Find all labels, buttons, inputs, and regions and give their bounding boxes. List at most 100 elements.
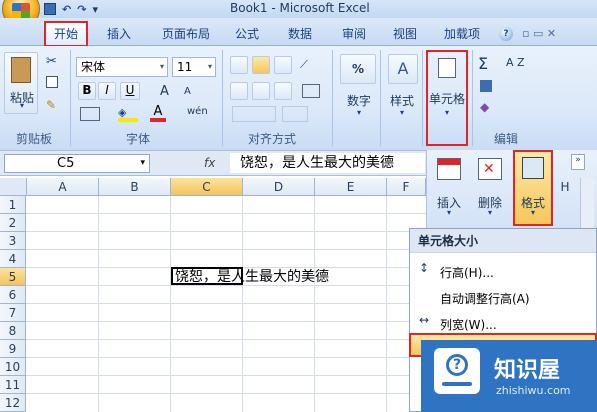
- sort-filter-icon[interactable]: A Z: [506, 56, 525, 69]
- row-header[interactable]: 7: [0, 304, 26, 322]
- gridline: [26, 231, 426, 232]
- number-label[interactable]: 数字: [342, 92, 376, 109]
- ribbon-divider: [380, 50, 381, 146]
- tab-formulas[interactable]: 公式: [232, 24, 262, 44]
- merge-center-icon[interactable]: [302, 84, 320, 98]
- row-header[interactable]: 8: [0, 322, 26, 340]
- italic-button[interactable]: I: [98, 82, 116, 100]
- gridline: [26, 321, 426, 322]
- align-right-icon[interactable]: [274, 82, 292, 100]
- chevron-down-icon: ▾: [487, 208, 492, 217]
- bold-button[interactable]: B: [78, 82, 96, 100]
- quick-access-toolbar: ↶ ↷ ▾: [44, 1, 98, 17]
- column-header[interactable]: B: [99, 178, 171, 196]
- column-header[interactable]: E: [315, 178, 387, 196]
- office-logo-icon: [12, 3, 30, 19]
- clear-icon[interactable]: ◆: [480, 100, 489, 114]
- chevron-down-icon: ▾: [446, 208, 451, 217]
- column-header[interactable]: D: [243, 178, 315, 196]
- expand-formula-bar-icon[interactable]: »: [571, 154, 585, 170]
- tab-home[interactable]: 开始: [44, 21, 88, 47]
- help-icon[interactable]: ?: [499, 27, 513, 41]
- cells-icon[interactable]: [438, 58, 456, 78]
- fill-color-icon[interactable]: ◈: [118, 106, 138, 122]
- fill-icon[interactable]: [480, 80, 492, 92]
- menu-item-column-width[interactable]: 列宽(W)...: [440, 316, 497, 333]
- row-header[interactable]: 4: [0, 250, 26, 268]
- cut-icon[interactable]: ✂: [46, 54, 57, 69]
- paste-button[interactable]: 粘贴 ▾: [4, 52, 38, 114]
- column-width-icon: ↔: [418, 313, 430, 327]
- tab-insert[interactable]: 插入: [104, 24, 134, 44]
- tab-data[interactable]: 数据: [285, 24, 315, 44]
- customize-toolbar-icon[interactable]: ▾: [92, 3, 98, 16]
- horizontal-align-buttons: [230, 82, 296, 100]
- name-box[interactable]: C5 ▾: [4, 154, 150, 173]
- window-controls[interactable]: ▫ ▭ ✕: [522, 27, 582, 41]
- column-header-h[interactable]: H: [559, 180, 571, 194]
- row-header[interactable]: 3: [0, 232, 26, 250]
- row-height-icon: ↕: [418, 261, 430, 275]
- column-header[interactable]: F: [387, 178, 426, 196]
- row-header[interactable]: 9: [0, 340, 26, 358]
- tab-review[interactable]: 审阅: [339, 24, 369, 44]
- font-size-select[interactable]: 11 ▾: [172, 57, 216, 77]
- menu-item-autofit-row-height[interactable]: 自动调整行高(A): [440, 290, 530, 307]
- undo-icon[interactable]: ↶: [62, 3, 71, 16]
- row-header[interactable]: 2: [0, 214, 26, 232]
- cells-label[interactable]: 单元格: [426, 90, 468, 107]
- align-left-icon[interactable]: [230, 82, 248, 100]
- copy-icon[interactable]: [46, 76, 58, 88]
- align-top-icon[interactable]: [230, 56, 248, 74]
- gridline: [314, 196, 315, 412]
- indent-buttons[interactable]: [232, 106, 276, 122]
- row-header[interactable]: 12: [0, 394, 26, 412]
- tab-page-layout[interactable]: 页面布局: [156, 24, 216, 44]
- grow-font-icon[interactable]: A: [160, 84, 169, 99]
- align-bottom-icon[interactable]: [274, 56, 292, 74]
- chevron-down-icon: ▾: [399, 108, 404, 117]
- menu-item-row-height[interactable]: 行高(H)...: [440, 264, 494, 281]
- row-header[interactable]: 11: [0, 376, 26, 394]
- column-header[interactable]: A: [27, 178, 99, 196]
- delete-cells-icon[interactable]: ✕: [478, 158, 502, 180]
- format-painter-icon[interactable]: ✎: [46, 98, 56, 112]
- select-all-corner[interactable]: [0, 178, 27, 196]
- align-center-icon[interactable]: [252, 82, 270, 100]
- row-header-selected[interactable]: 5: [0, 268, 26, 286]
- gridline: [98, 196, 99, 412]
- underline-button[interactable]: U: [120, 82, 140, 100]
- insert-function-button[interactable]: fx: [204, 153, 226, 173]
- percent-icon[interactable]: %: [340, 54, 376, 84]
- font-name-select[interactable]: 宋体 ▾: [76, 57, 168, 77]
- font-group-label: 字体: [125, 132, 150, 146]
- name-box-value: C5: [57, 156, 75, 171]
- gridline: [26, 303, 426, 304]
- font-color-button[interactable]: A: [150, 104, 166, 122]
- row-header[interactable]: 10: [0, 358, 26, 376]
- row-header[interactable]: 6: [0, 286, 26, 304]
- styles-icon[interactable]: A: [388, 54, 418, 84]
- autosum-icon[interactable]: Σ: [478, 54, 488, 73]
- tab-addins[interactable]: 加载项: [440, 24, 484, 44]
- orientation-icon[interactable]: ⟋: [300, 58, 308, 72]
- gridline: [26, 393, 426, 394]
- shrink-font-icon[interactable]: A: [184, 86, 191, 97]
- wrap-text-icon[interactable]: [282, 106, 308, 122]
- phonetic-icon[interactable]: wén: [187, 106, 208, 117]
- save-icon[interactable]: [44, 3, 56, 15]
- ribbon-divider: [332, 50, 333, 146]
- tab-view[interactable]: 视图: [390, 24, 420, 44]
- window-title: Book1 - Microsoft Excel: [230, 1, 370, 15]
- chevron-down-icon: ▾: [356, 108, 361, 117]
- formula-input[interactable]: 饶恕，是人生最大的美德: [230, 153, 425, 173]
- redo-icon[interactable]: ↷: [77, 3, 86, 16]
- borders-icon[interactable]: [80, 107, 100, 121]
- column-header-selected[interactable]: C: [171, 178, 243, 196]
- styles-label[interactable]: 样式: [385, 92, 419, 109]
- vertical-scrollbar[interactable]: [580, 178, 594, 228]
- align-middle-icon[interactable]: [252, 56, 270, 74]
- cell-c5-text: 饶恕，是人生最大的美德: [175, 269, 329, 285]
- row-header[interactable]: 1: [0, 196, 26, 214]
- insert-cells-icon[interactable]: [437, 158, 461, 180]
